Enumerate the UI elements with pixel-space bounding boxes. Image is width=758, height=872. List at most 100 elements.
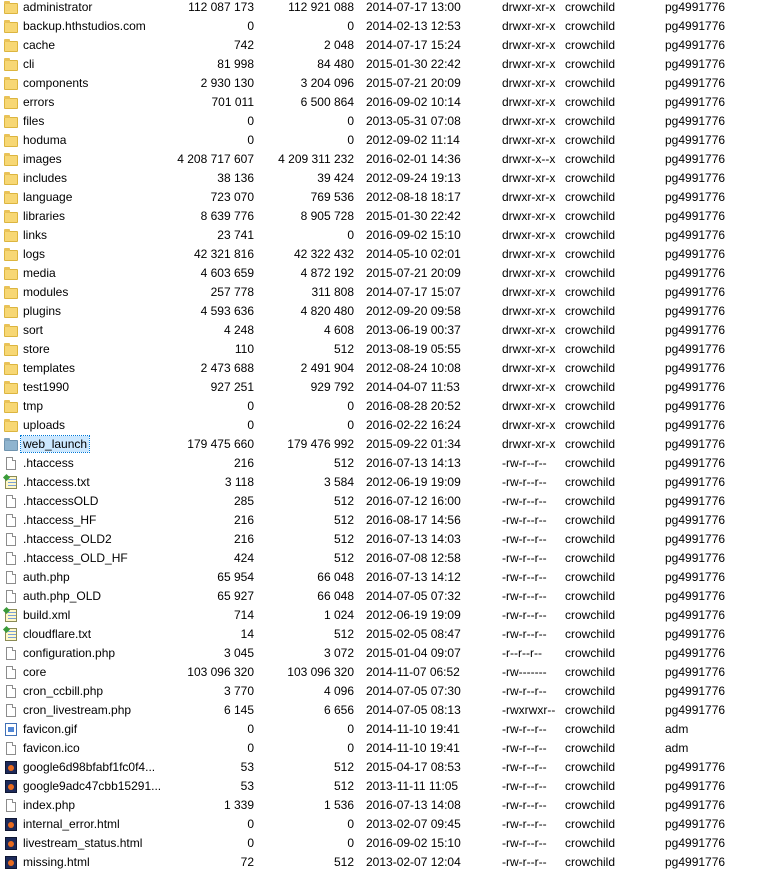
file-size: 8 639 776: [200, 209, 254, 223]
file-size: 216: [233, 513, 254, 527]
file-row[interactable]: templates 2 473 688 2 491 904 2012-08-24 10…: [0, 359, 758, 378]
file-row[interactable]: index.php 1 339 1 536 2016-07-13 14:08 -rw-r…: [0, 796, 758, 815]
file-owner: crowchild: [565, 817, 616, 831]
file-row[interactable]: build.xml 714 1 024 2012-06-19 19:09 -rw-r--…: [0, 606, 758, 625]
file-row[interactable]: auth.php_OLD 65 927 66 048 2014-07-05 07:32…: [0, 587, 758, 606]
file-row[interactable]: .htaccess_OLD2 216 512 2016-07-13 14:03 -rw-…: [0, 530, 758, 549]
file-group: pg4991776: [665, 38, 726, 52]
file-owner: crowchild: [565, 456, 616, 470]
file-name: internal_error.html: [23, 817, 120, 831]
file-group: pg4991776: [665, 703, 726, 717]
file-icon: [6, 495, 16, 508]
file-size: 4 248: [223, 323, 254, 337]
file-row[interactable]: .htaccessOLD 285 512 2016-07-12 16:00 -rw-r-…: [0, 492, 758, 511]
file-permissions: drwxr-xr-x: [502, 0, 556, 14]
remote-file-list[interactable]: administrator 112 087 173 112 921 088 2014-…: [0, 0, 758, 872]
file-row[interactable]: logs 42 321 816 42 322 432 2014-05-10 02:01…: [0, 245, 758, 264]
file-permissions: -rw-r--r--: [502, 779, 547, 793]
file-row[interactable]: google6d98bfabf1fc0f4... 53 512 2015-04-17 …: [0, 758, 758, 777]
file-size: 53: [240, 779, 254, 793]
file-size: 285: [233, 494, 254, 508]
file-row[interactable]: .htaccess_HF 216 512 2016-08-17 14:56 -rw-r-…: [0, 511, 758, 530]
file-row[interactable]: uploads 0 0 2016-02-22 16:24 drwxr-xr-x crowc…: [0, 416, 758, 435]
file-row[interactable]: auth.php 65 954 66 048 2016-07-13 14:12 -rw-…: [0, 568, 758, 587]
folder-icon: [4, 267, 18, 280]
file-modified-date: 2014-07-05 08:13: [366, 703, 461, 717]
folder-icon: [4, 362, 18, 375]
file-icon: [6, 799, 16, 812]
file-permissions: drwxr-xr-x: [502, 19, 556, 33]
file-group: pg4991776: [665, 57, 726, 71]
file-modified-date: 2013-02-07 09:45: [366, 817, 461, 831]
file-allocated-size: 4 608: [323, 323, 354, 337]
file-modified-date: 2014-11-10 19:41: [366, 741, 460, 755]
file-name: livestream_status.html: [23, 836, 143, 850]
file-row[interactable]: errors 701 011 6 500 864 2016-09-02 10:14 dr…: [0, 93, 758, 112]
file-row[interactable]: hoduma 0 0 2012-09-02 11:14 drwxr-xr-x crowch…: [0, 131, 758, 150]
file-owner: crowchild: [565, 209, 616, 223]
file-row[interactable]: language 723 070 769 536 2012-08-18 18:17 dr…: [0, 188, 758, 207]
file-row[interactable]: livestream_status.html 0 0 2016-09-02 15:10…: [0, 834, 758, 853]
file-group: pg4991776: [665, 95, 726, 109]
file-group: pg4991776: [665, 551, 726, 565]
file-row[interactable]: libraries 8 639 776 8 905 728 2015-01-30 22…: [0, 207, 758, 226]
file-row[interactable]: backup.hthstudios.com 0 0 2014-02-13 12:53 d…: [0, 17, 758, 36]
file-row[interactable]: media 4 603 659 4 872 192 2015-07-21 20:09 d…: [0, 264, 758, 283]
file-group: pg4991776: [665, 0, 726, 14]
file-row[interactable]: core 103 096 320 103 096 320 2014-11-07 06:…: [0, 663, 758, 682]
file-size: 216: [233, 456, 254, 470]
file-row[interactable]: favicon.ico 0 0 2014-11-10 19:41 -rw-r--r-- c…: [0, 739, 758, 758]
file-row[interactable]: sort 4 248 4 608 2013-06-19 00:37 drwxr-xr-x…: [0, 321, 758, 340]
file-row[interactable]: components 2 930 130 3 204 096 2015-07-21 2…: [0, 74, 758, 93]
file-allocated-size: 1 536: [323, 798, 354, 812]
file-owner: crowchild: [565, 76, 616, 90]
file-row[interactable]: google9adc47cbb15291... 53 512 2013-11-11 1…: [0, 777, 758, 796]
file-owner: crowchild: [565, 95, 616, 109]
file-permissions: drwxr-xr-x: [502, 57, 556, 71]
file-row[interactable]: modules 257 778 311 808 2014-07-17 15:07 drw…: [0, 283, 758, 302]
file-row[interactable]: cron_ccbill.php 3 770 4 096 2014-07-05 07:3…: [0, 682, 758, 701]
file-name: build.xml: [23, 608, 71, 622]
file-row[interactable]: links 23 741 0 2016-09-02 15:10 drwxr-xr-x cr…: [0, 226, 758, 245]
file-size: 701 011: [211, 95, 255, 109]
file-modified-date: 2014-07-05 07:30: [366, 684, 461, 698]
file-row[interactable]: images 4 208 717 607 4 209 311 232 2016-02-…: [0, 150, 758, 169]
file-owner: crowchild: [565, 798, 616, 812]
file-row[interactable]: store 110 512 2013-08-19 05:55 drwxr-xr-x cro…: [0, 340, 758, 359]
file-owner: crowchild: [565, 475, 616, 489]
file-row[interactable]: .htaccess 216 512 2016-07-13 14:13 -rw-r--r-…: [0, 454, 758, 473]
file-row[interactable]: configuration.php 3 045 3 072 2015-01-04 09…: [0, 644, 758, 663]
file-row[interactable]: internal_error.html 0 0 2013-02-07 09:45 -rw…: [0, 815, 758, 834]
file-row[interactable]: includes 38 136 39 424 2012-09-24 19:13 drwx…: [0, 169, 758, 188]
file-permissions: drwxr-xr-x: [502, 38, 556, 52]
file-row[interactable]: .htaccess_OLD_HF 424 512 2016-07-08 12:58 -r…: [0, 549, 758, 568]
file-allocated-size: 0: [347, 399, 354, 413]
file-row[interactable]: tmp 0 0 2016-08-28 20:52 drwxr-xr-x crowchild…: [0, 397, 758, 416]
file-row[interactable]: cloudflare.txt 14 512 2015-02-05 08:47 -rw-r…: [0, 625, 758, 644]
file-row[interactable]: missing.html 72 512 2013-02-07 12:04 -rw-r--…: [0, 853, 758, 872]
file-size: 72: [240, 855, 254, 869]
file-row[interactable]: administrator 112 087 173 112 921 088 2014-…: [0, 0, 758, 17]
file-permissions: -rw-r--r--: [502, 608, 547, 622]
file-modified-date: 2016-09-02 10:14: [366, 95, 461, 109]
file-group: pg4991776: [665, 646, 726, 660]
file-row[interactable]: test1990 927 251 929 792 2014-04-07 11:53 dr…: [0, 378, 758, 397]
folder-icon: [4, 248, 18, 261]
file-row[interactable]: web_launch 179 475 660 179 476 992 2015-09-…: [0, 435, 758, 454]
file-allocated-size: 512: [333, 779, 354, 793]
file-name: .htaccess: [23, 456, 74, 470]
file-permissions: drwxr-xr-x: [502, 285, 556, 299]
file-permissions: -rw-r--r--: [502, 627, 547, 641]
file-row[interactable]: plugins 4 593 636 4 820 480 2012-09-20 09:5…: [0, 302, 758, 321]
file-group: pg4991776: [665, 323, 726, 337]
file-row[interactable]: cron_livestream.php 6 145 6 656 2014-07-05 …: [0, 701, 758, 720]
file-group: pg4991776: [665, 760, 726, 774]
file-permissions: -rw-r--r--: [502, 570, 547, 584]
file-row[interactable]: favicon.gif 0 0 2014-11-10 19:41 -rw-r--r-- c…: [0, 720, 758, 739]
file-name: cli: [23, 57, 35, 71]
file-row[interactable]: files 0 0 2013-05-31 07:08 drwxr-xr-x crowchi…: [0, 112, 758, 131]
file-row[interactable]: cache 742 2 048 2014-07-17 15:24 drwxr-xr-x c…: [0, 36, 758, 55]
file-row[interactable]: .htaccess.txt 3 118 3 584 2012-06-19 19:09 -…: [0, 473, 758, 492]
folder-icon: [4, 172, 18, 185]
file-row[interactable]: cli 81 998 84 480 2015-01-30 22:42 drwxr-xr-…: [0, 55, 758, 74]
